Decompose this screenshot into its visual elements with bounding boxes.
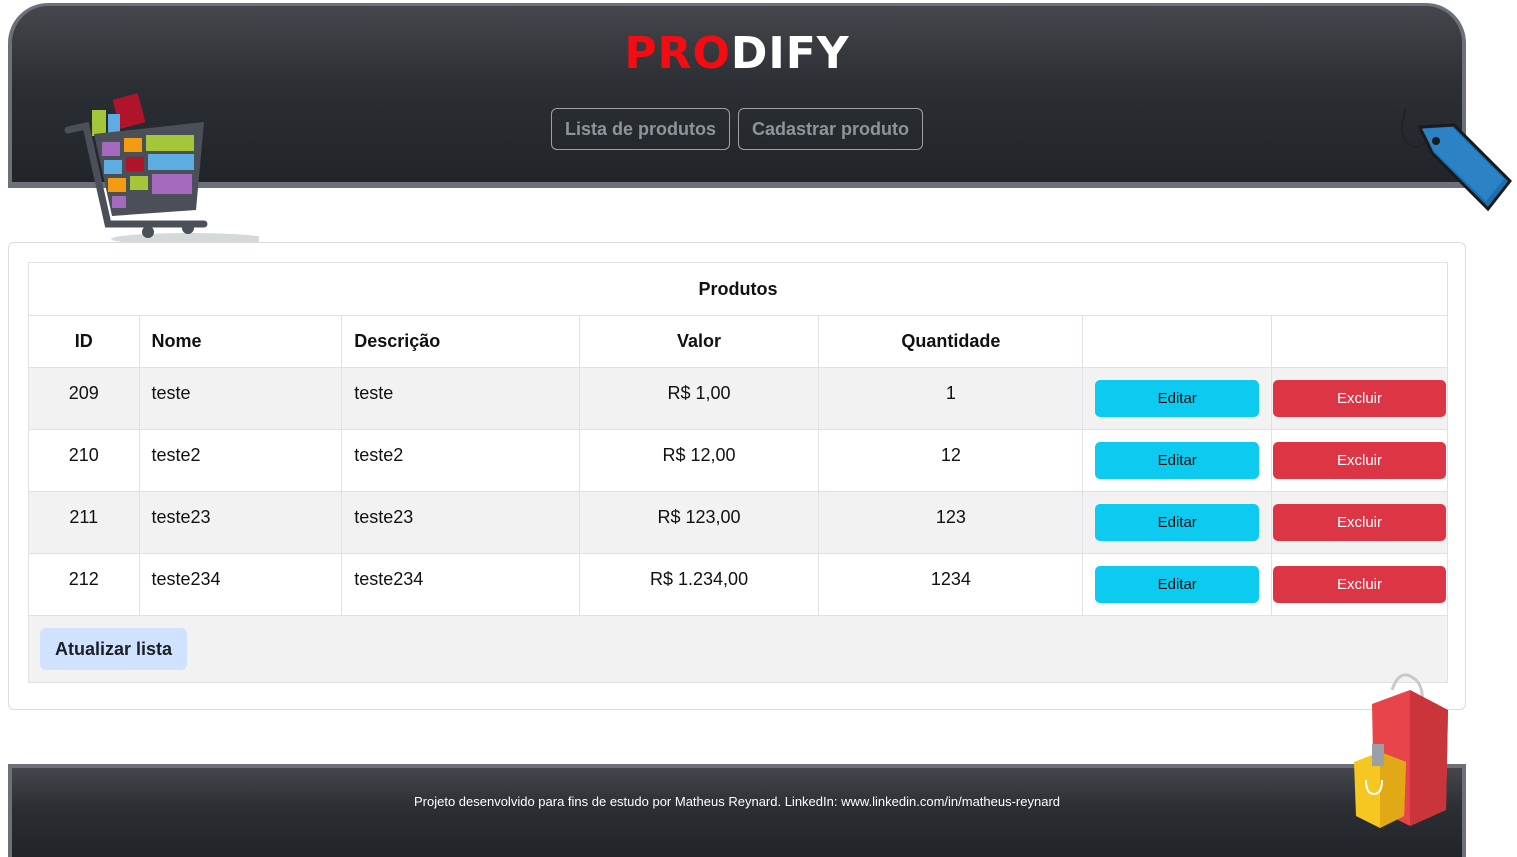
- cell-value: R$ 123,00: [657, 506, 741, 527]
- header-quantity: Quantidade: [818, 315, 1084, 368]
- cell-id: 210: [68, 444, 99, 465]
- delete-button[interactable]: Excluir: [1273, 441, 1446, 479]
- cell-name: teste234: [151, 568, 221, 589]
- cell-quantity: 1: [945, 382, 956, 403]
- table-row: 210 teste2 teste2 R$ 12,00 12 Editar Exc…: [28, 429, 1448, 492]
- nav-product-list-button[interactable]: Lista de produtos: [550, 108, 730, 150]
- brand-part-pro: PRO: [624, 28, 731, 79]
- edit-button[interactable]: Editar: [1095, 565, 1260, 603]
- refresh-list-button[interactable]: Atualizar lista: [40, 628, 188, 670]
- header-edit-empty: [1082, 315, 1272, 368]
- cell-value: R$ 12,00: [662, 444, 736, 465]
- cell-id: 212: [68, 568, 99, 589]
- nav-create-product-button[interactable]: Cadastrar produto: [737, 108, 924, 150]
- header-value: Valor: [578, 315, 820, 368]
- cell-value: R$ 1,00: [667, 382, 731, 403]
- edit-button[interactable]: Editar: [1095, 441, 1260, 479]
- edit-button[interactable]: Editar: [1095, 379, 1260, 417]
- table-header-row: ID Nome Descrição Valor Quantidade: [28, 315, 1448, 368]
- delete-button[interactable]: Excluir: [1273, 565, 1446, 603]
- edit-button[interactable]: Editar: [1095, 503, 1260, 541]
- delete-button[interactable]: Excluir: [1273, 379, 1446, 417]
- cell-name: teste23: [151, 506, 211, 527]
- table-row: 211 teste23 teste23 R$ 123,00 123 Editar…: [28, 491, 1448, 554]
- cell-quantity: 12: [940, 444, 961, 465]
- cell-quantity: 123: [935, 506, 966, 527]
- delete-button[interactable]: Excluir: [1273, 503, 1446, 541]
- table-footer-row: Atualizar lista: [28, 615, 1448, 683]
- brand-logo: PRODIFY: [12, 28, 1462, 79]
- cell-value: R$ 1.234,00: [650, 568, 749, 589]
- cell-quantity: 1234: [930, 568, 971, 589]
- products-table: Produtos ID Nome Descrição Valor Quantid…: [28, 262, 1448, 683]
- products-card: Produtos ID Nome Descrição Valor Quantid…: [8, 242, 1466, 710]
- header-description: Descrição: [341, 315, 580, 368]
- cell-description: teste: [354, 382, 394, 403]
- cell-description: teste23: [354, 506, 414, 527]
- brand-part-dify: DIFY: [730, 28, 850, 79]
- table-row: 209 teste teste R$ 1,00 1 Editar Excluir: [28, 367, 1448, 430]
- footer-text: Projeto desenvolvido para fins de estudo…: [413, 794, 1061, 809]
- header-name: Nome: [138, 315, 343, 368]
- cell-id: 211: [69, 506, 99, 527]
- shopping-bag-icon: [1354, 673, 1448, 828]
- cell-description: teste2: [354, 444, 404, 465]
- shopping-cart-icon: [64, 93, 259, 244]
- table-row: 212 teste234 teste234 R$ 1.234,00 1234 E…: [28, 553, 1448, 616]
- header-id: ID: [28, 315, 140, 368]
- table-caption: Produtos: [28, 262, 1448, 316]
- page-footer: Projeto desenvolvido para fins de estudo…: [8, 764, 1466, 857]
- cell-name: teste: [151, 382, 191, 403]
- cell-description: teste234: [354, 568, 424, 589]
- cell-id: 209: [68, 382, 99, 403]
- header-delete-empty: [1271, 315, 1448, 368]
- cell-name: teste2: [151, 444, 201, 465]
- price-tag-icon: [1400, 108, 1513, 212]
